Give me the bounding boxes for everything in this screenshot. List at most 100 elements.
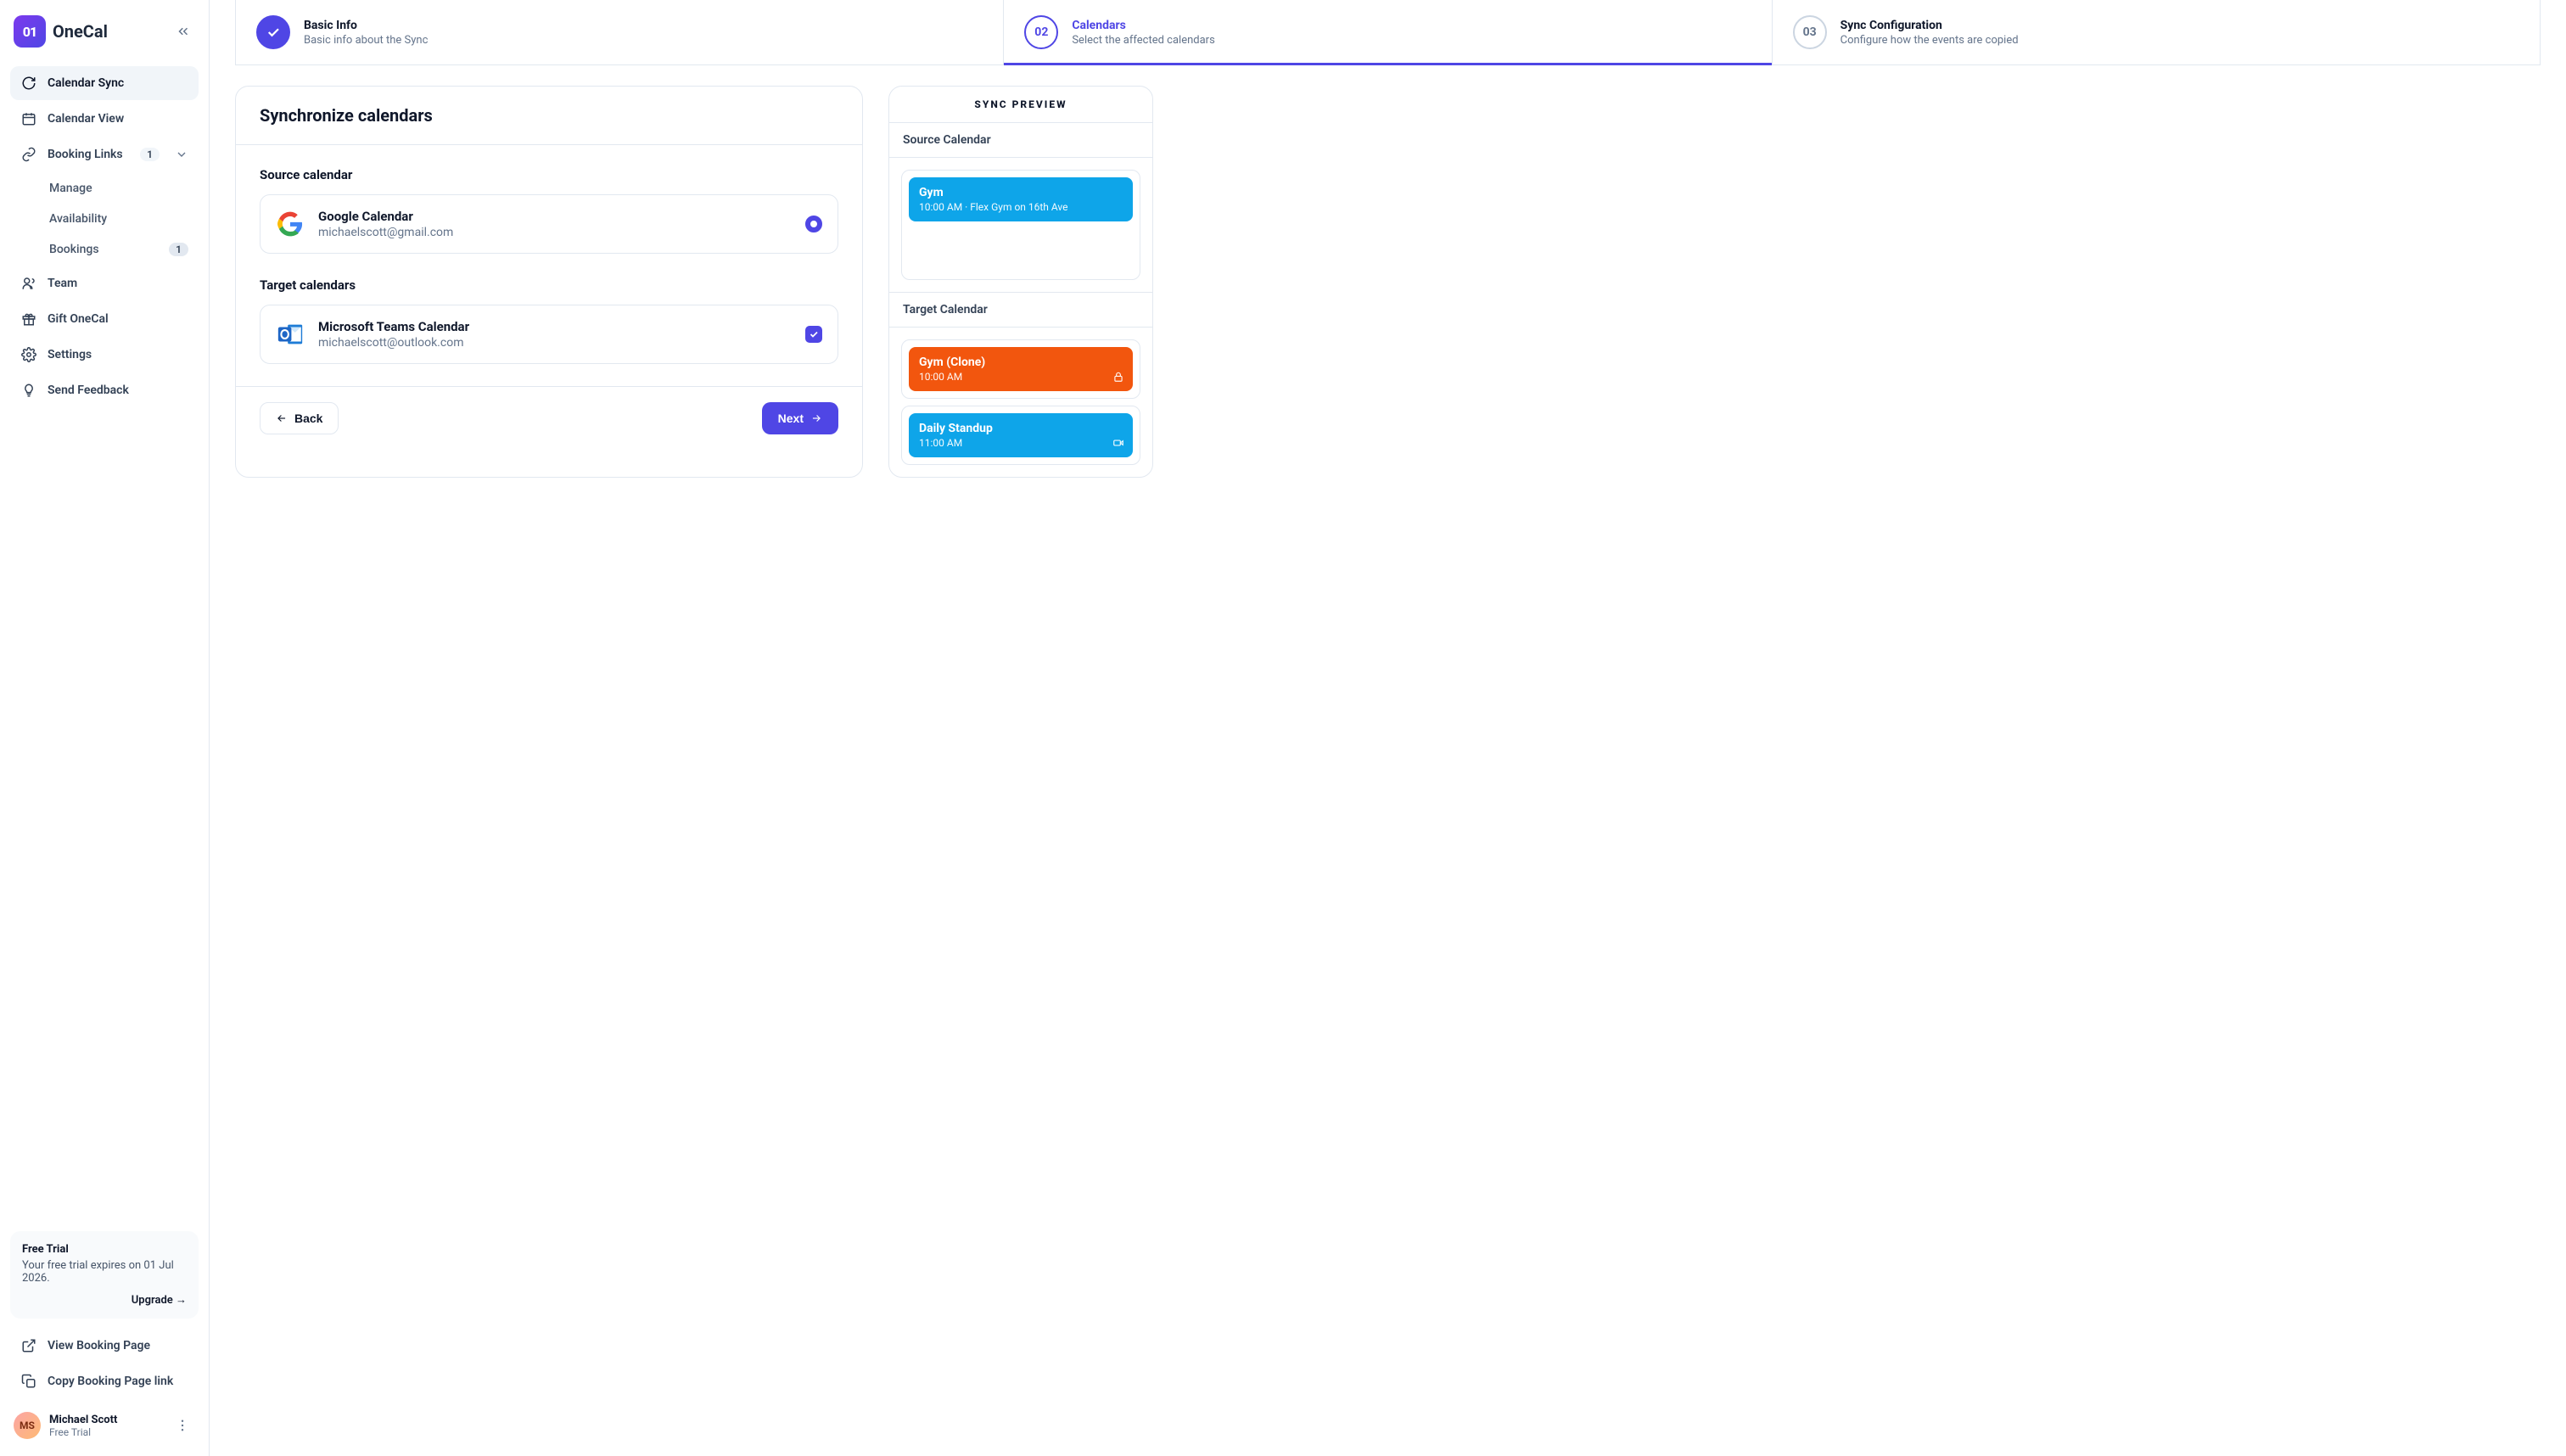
source-radio[interactable] xyxy=(805,216,822,232)
nav-label: Copy Booking Page link xyxy=(48,1375,173,1388)
logo[interactable]: 01 OneCal xyxy=(14,15,108,48)
step-desc: Select the affected calendars xyxy=(1072,34,1214,47)
user-menu-button[interactable] xyxy=(170,1413,195,1438)
button-label: Back xyxy=(294,412,322,425)
logo-text: OneCal xyxy=(53,21,108,42)
view-booking-page[interactable]: View Booking Page xyxy=(10,1329,199,1363)
main: Basic Info Basic info about the Sync 02 … xyxy=(210,0,2566,1456)
more-vertical-icon xyxy=(175,1418,190,1433)
preview-event: Gym 10:00 AM · Flex Gym on 16th Ave xyxy=(909,177,1133,221)
sync-icon xyxy=(20,75,37,92)
nav-calendar-view[interactable]: Calendar View xyxy=(10,102,199,136)
preview-target-title: Target Calendar xyxy=(889,293,1152,328)
step-calendars[interactable]: 02 Calendars Select the affected calenda… xyxy=(1004,0,1772,64)
arrow-left-icon xyxy=(276,412,288,424)
stepper: Basic Info Basic info about the Sync 02 … xyxy=(235,0,2541,65)
content: Synchronize calendars Source calendar Go… xyxy=(210,65,2566,498)
event-title: Daily Standup xyxy=(919,422,1123,435)
external-link-icon xyxy=(20,1337,37,1354)
nav-label: Bookings xyxy=(49,243,99,256)
trial-card: Free Trial Your free trial expires on 01… xyxy=(10,1231,199,1319)
lightbulb-icon xyxy=(20,382,37,399)
user-plan: Free Trial xyxy=(49,1426,117,1438)
source-calendar-row[interactable]: Google Calendar michaelscott@gmail.com xyxy=(260,194,838,254)
calendar-name: Google Calendar xyxy=(318,209,453,224)
step-desc: Configure how the events are copied xyxy=(1840,34,2019,47)
step-circle xyxy=(256,15,290,49)
target-calendar-row[interactable]: Microsoft Teams Calendar michaelscott@ou… xyxy=(260,305,838,364)
target-checkbox[interactable] xyxy=(805,326,822,343)
event-sub: 11:00 AM xyxy=(919,437,1123,449)
user-row: MS Michael Scott Free Trial xyxy=(10,1405,199,1446)
nav-label: Settings xyxy=(48,348,92,361)
step-title: Basic Info xyxy=(304,19,428,32)
user-name: Michael Scott xyxy=(49,1414,117,1426)
card-heading: Synchronize calendars xyxy=(260,105,838,126)
target-preview-box-2: Daily Standup 11:00 AM xyxy=(901,406,1140,465)
copy-icon xyxy=(20,1373,37,1390)
calendar-email: michaelscott@gmail.com xyxy=(318,226,453,239)
nav-label: Team xyxy=(48,277,77,290)
preview-event: Gym (Clone) 10:00 AM xyxy=(909,347,1133,391)
step-desc: Basic info about the Sync xyxy=(304,34,428,47)
link-icon xyxy=(20,146,37,163)
nav-booking-links[interactable]: Booking Links 1 xyxy=(10,137,199,171)
outlook-icon xyxy=(276,320,305,349)
step-circle: 03 xyxy=(1793,15,1827,49)
sidebar-footer-links: View Booking Page Copy Booking Page link xyxy=(10,1329,199,1398)
event-title: Gym (Clone) xyxy=(919,356,1123,369)
chevron-down-icon xyxy=(175,148,188,161)
nav-label: Gift OneCal xyxy=(48,312,109,326)
arrow-right-icon xyxy=(810,412,822,424)
nav-settings[interactable]: Settings xyxy=(10,338,199,372)
avatar[interactable]: MS xyxy=(14,1412,41,1439)
nav-badge: 1 xyxy=(169,243,188,256)
back-button[interactable]: Back xyxy=(260,402,339,434)
nav-label: View Booking Page xyxy=(48,1339,150,1352)
target-preview-box: Gym (Clone) 10:00 AM xyxy=(901,339,1140,399)
nav-availability[interactable]: Availability xyxy=(39,204,199,234)
nav-team[interactable]: Team xyxy=(10,266,199,300)
nav-calendar-sync[interactable]: Calendar Sync xyxy=(10,66,199,100)
google-icon xyxy=(276,210,305,238)
calendar-email: michaelscott@outlook.com xyxy=(318,336,469,350)
event-title: Gym xyxy=(919,186,1123,199)
source-label: Source calendar xyxy=(260,167,838,182)
step-title: Sync Configuration xyxy=(1840,19,2019,32)
nav-bookings[interactable]: Bookings 1 xyxy=(39,234,199,265)
step-circle: 02 xyxy=(1024,15,1058,49)
source-preview-box: Gym 10:00 AM · Flex Gym on 16th Ave xyxy=(901,170,1140,280)
trial-title: Free Trial xyxy=(22,1243,187,1256)
target-label: Target calendars xyxy=(260,277,838,293)
sync-card: Synchronize calendars Source calendar Go… xyxy=(235,86,863,478)
gear-icon xyxy=(20,346,37,363)
nav-feedback[interactable]: Send Feedback xyxy=(10,373,199,407)
nav-label: Manage xyxy=(49,182,92,195)
check-icon xyxy=(266,25,281,40)
calendar-name: Microsoft Teams Calendar xyxy=(318,319,469,334)
trial-desc: Your free trial expires on 01 Jul 2026. xyxy=(22,1259,187,1285)
primary-nav: Calendar Sync Calendar View Booking Link… xyxy=(10,66,199,407)
next-button[interactable]: Next xyxy=(762,402,838,434)
nav-badge: 1 xyxy=(140,148,160,161)
event-sub: 10:00 AM · Flex Gym on 16th Ave xyxy=(919,201,1123,213)
check-icon xyxy=(809,329,819,339)
preview-header: SYNC PREVIEW xyxy=(889,87,1152,123)
nav-label: Calendar Sync xyxy=(48,76,124,90)
gift-icon xyxy=(20,311,37,328)
preview-source-title: Source Calendar xyxy=(889,123,1152,158)
nav-booking-sub: Manage Availability Bookings 1 xyxy=(10,173,199,265)
nav-gift[interactable]: Gift OneCal xyxy=(10,302,199,336)
collapse-sidebar-button[interactable] xyxy=(171,20,195,43)
calendar-icon xyxy=(20,110,37,127)
nav-label: Booking Links xyxy=(48,148,123,161)
logo-mark: 01 xyxy=(14,15,46,48)
sidebar: 01 OneCal Calendar Sync Calendar View Bo… xyxy=(0,0,210,1456)
step-basic-info[interactable]: Basic Info Basic info about the Sync xyxy=(236,0,1004,64)
nav-manage[interactable]: Manage xyxy=(39,173,199,204)
upgrade-link[interactable]: Upgrade → xyxy=(22,1293,187,1307)
step-sync-config[interactable]: 03 Sync Configuration Configure how the … xyxy=(1773,0,2540,64)
copy-booking-link[interactable]: Copy Booking Page link xyxy=(10,1364,199,1398)
lock-icon xyxy=(1112,371,1124,383)
nav-label: Send Feedback xyxy=(48,384,129,397)
